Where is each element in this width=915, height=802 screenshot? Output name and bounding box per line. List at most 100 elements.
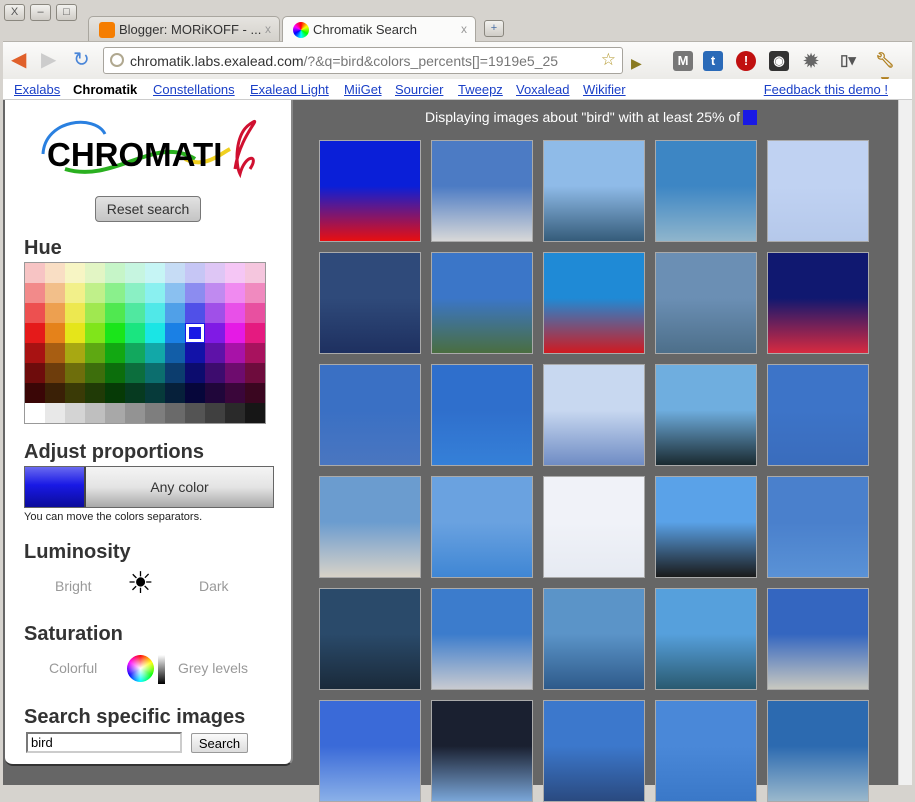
link-miiget[interactable]: MiiGet <box>344 82 382 97</box>
hue-swatch[interactable] <box>225 323 245 343</box>
hue-swatch[interactable] <box>25 403 45 423</box>
hue-swatch[interactable] <box>85 403 105 423</box>
hue-swatch[interactable] <box>205 263 225 283</box>
hue-swatch[interactable] <box>185 263 205 283</box>
link-wikifier[interactable]: Wikifier <box>583 82 626 97</box>
result-thumbnail[interactable] <box>767 476 869 578</box>
hue-swatch[interactable] <box>165 263 185 283</box>
hue-swatch[interactable] <box>85 283 105 303</box>
selected-color-segment[interactable] <box>25 467 86 507</box>
hue-swatch[interactable] <box>225 363 245 383</box>
hue-swatch[interactable] <box>105 343 125 363</box>
hue-swatch[interactable] <box>245 283 265 303</box>
window-maximize-button[interactable]: □ <box>56 4 77 21</box>
link-tweepz[interactable]: Tweepz <box>458 82 503 97</box>
hue-swatch[interactable] <box>185 403 205 423</box>
scrollbar[interactable] <box>898 100 912 785</box>
grey-levels-option[interactable]: Grey levels <box>178 660 248 676</box>
hue-swatch[interactable] <box>125 363 145 383</box>
result-thumbnail[interactable] <box>319 476 421 578</box>
hue-swatch[interactable] <box>25 303 45 323</box>
hue-swatch[interactable] <box>165 363 185 383</box>
tab-blogger[interactable]: Blogger: MORiKOFF - ... x <box>88 16 280 42</box>
hue-swatch[interactable] <box>145 323 165 343</box>
hue-swatch[interactable] <box>165 323 185 343</box>
result-thumbnail[interactable] <box>543 476 645 578</box>
result-thumbnail[interactable] <box>319 252 421 354</box>
result-thumbnail[interactable] <box>431 140 533 242</box>
reset-search-button[interactable]: Reset search <box>95 196 201 222</box>
result-thumbnail[interactable] <box>655 140 757 242</box>
hue-swatch[interactable] <box>225 403 245 423</box>
result-thumbnail[interactable] <box>319 140 421 242</box>
hue-swatch[interactable] <box>105 303 125 323</box>
hue-swatch[interactable] <box>245 403 265 423</box>
wrench-icon[interactable]: 🔧︎▾ <box>875 51 895 89</box>
link-sourcier[interactable]: Sourcier <box>395 82 443 97</box>
hue-swatch[interactable] <box>165 383 185 403</box>
hue-swatch[interactable] <box>185 343 205 363</box>
result-thumbnail[interactable] <box>319 364 421 466</box>
result-thumbnail[interactable] <box>767 252 869 354</box>
hue-swatch[interactable] <box>225 263 245 283</box>
hue-swatch[interactable] <box>205 363 225 383</box>
result-thumbnail[interactable] <box>767 364 869 466</box>
hue-swatch[interactable] <box>25 343 45 363</box>
hue-swatch[interactable] <box>25 383 45 403</box>
hue-swatch[interactable] <box>85 323 105 343</box>
hue-swatch[interactable] <box>65 343 85 363</box>
hue-swatch[interactable] <box>145 343 165 363</box>
link-chromatik[interactable]: Chromatik <box>73 82 137 97</box>
hue-swatch[interactable] <box>85 263 105 283</box>
result-thumbnail[interactable] <box>655 252 757 354</box>
hue-swatch[interactable] <box>65 303 85 323</box>
gmail-icon[interactable]: M <box>673 51 693 71</box>
hue-swatch[interactable] <box>145 303 165 323</box>
hue-swatch[interactable] <box>65 323 85 343</box>
hue-swatch[interactable] <box>245 343 265 363</box>
hue-swatch[interactable] <box>45 363 65 383</box>
back-icon[interactable]: ◀ <box>11 50 26 70</box>
hue-swatch[interactable] <box>45 403 65 423</box>
search-input[interactable] <box>26 732 182 753</box>
hue-swatch[interactable] <box>45 343 65 363</box>
hue-swatch[interactable] <box>225 283 245 303</box>
hue-swatch[interactable] <box>145 363 165 383</box>
hue-swatch[interactable] <box>25 263 45 283</box>
hue-swatch[interactable] <box>105 403 125 423</box>
twitter-icon[interactable]: t <box>703 51 723 71</box>
hue-swatch[interactable] <box>145 283 165 303</box>
result-thumbnail[interactable] <box>543 364 645 466</box>
result-thumbnail[interactable] <box>431 700 533 802</box>
result-thumbnail[interactable] <box>655 476 757 578</box>
hue-swatch[interactable] <box>245 323 265 343</box>
tab-chromatik[interactable]: Chromatik Search x <box>282 16 476 42</box>
camera-icon[interactable]: ◉ <box>769 51 789 71</box>
bookmark-star-icon[interactable]: ☆ <box>601 50 616 70</box>
gear-icon[interactable]: ✹ <box>801 51 821 71</box>
feedback-link[interactable]: Feedback this demo ! <box>764 82 888 97</box>
hue-swatch[interactable] <box>125 383 145 403</box>
result-thumbnail[interactable] <box>655 588 757 690</box>
address-bar[interactable]: chromatik.labs.exalead.com/?&q=bird&colo… <box>103 47 623 74</box>
grey-scale-icon[interactable] <box>158 655 165 684</box>
hue-swatch[interactable] <box>45 303 65 323</box>
hue-swatch[interactable] <box>85 343 105 363</box>
result-thumbnail[interactable] <box>655 364 757 466</box>
hue-swatch[interactable] <box>245 383 265 403</box>
hue-swatch[interactable] <box>145 263 165 283</box>
hue-swatch[interactable] <box>245 363 265 383</box>
result-thumbnail[interactable] <box>319 588 421 690</box>
hue-swatch[interactable] <box>205 383 225 403</box>
hue-swatch[interactable] <box>45 323 65 343</box>
hue-swatch[interactable] <box>125 283 145 303</box>
hue-swatch[interactable] <box>185 363 205 383</box>
link-exalead-light[interactable]: Exalead Light <box>250 82 329 97</box>
hue-swatch[interactable] <box>165 343 185 363</box>
hue-swatch[interactable] <box>125 323 145 343</box>
proportion-slider[interactable]: Any color <box>24 466 274 508</box>
hue-swatch[interactable] <box>225 383 245 403</box>
hue-swatch[interactable] <box>65 283 85 303</box>
result-thumbnail[interactable] <box>543 700 645 802</box>
luminosity-icon[interactable]: ☀︎ <box>127 567 154 601</box>
